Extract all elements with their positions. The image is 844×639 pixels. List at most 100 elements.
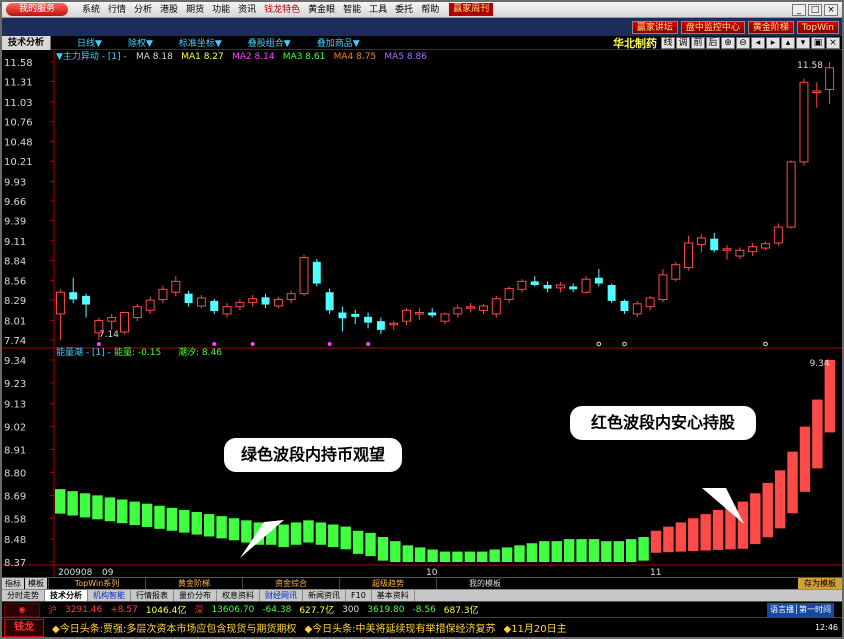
tab-volume-dist[interactable]: 量价分布	[174, 590, 217, 601]
view-tabs: 分时走势 技术分析 机构智能 行情报表 量价分布 权息资料 财经网讯 新闻资讯 …	[2, 589, 842, 601]
line-tool-icon[interactable]: 线	[661, 36, 675, 49]
indicator-button[interactable]: 指标	[2, 578, 24, 589]
right-icon[interactable]: ▸	[766, 36, 780, 49]
price-tick-label: 9.93	[4, 177, 26, 188]
menu-item-functions[interactable]: 功能	[208, 2, 234, 18]
menu-item-trade[interactable]: 委托	[391, 2, 417, 18]
save-template-button[interactable]: 存为模板	[798, 578, 842, 589]
minimize-icon[interactable]: _	[792, 3, 806, 16]
indicator-bar	[377, 537, 389, 561]
menu-item-system[interactable]: 系统	[78, 2, 104, 18]
close-icon[interactable]: ×	[824, 3, 838, 16]
menu-item-help[interactable]: 帮助	[417, 2, 443, 18]
tab-technical[interactable]: 技术分析	[45, 590, 88, 601]
adjust-tool-icon[interactable]: 调	[676, 36, 690, 49]
candle-body	[210, 300, 219, 312]
x-axis-label: 09	[102, 568, 114, 577]
overlay-goods-dropdown[interactable]: 叠加商品▼	[317, 36, 360, 49]
candle-body	[543, 284, 552, 289]
news-item[interactable]: ◆11月20日主	[504, 620, 567, 635]
menu-item-hk[interactable]: 港股	[156, 2, 182, 18]
menu-item-smart[interactable]: 智能	[339, 2, 365, 18]
template-button[interactable]: 模板	[25, 578, 47, 589]
template-topwin[interactable]: TopWin系列	[48, 578, 145, 589]
indicator-bar	[141, 503, 153, 527]
tab-rights[interactable]: 权息资料	[217, 590, 260, 601]
clock: 12:46	[814, 623, 838, 632]
chart-toolbar: 技术分析 日线▼ 除权▼ 标准坐标▼ 叠股组合▼ 叠加商品▼ 华北制药 线 调 …	[2, 35, 842, 50]
chart-canvas[interactable]: 11.58 11.31 11.03 10.76 10.48 10.21 9.93 9.66 9.…	[2, 50, 842, 577]
tab-report[interactable]: 行情报表	[131, 590, 174, 601]
axis-dropdown[interactable]: 标准坐标▼	[179, 36, 222, 49]
topwin-button[interactable]: TopWin	[796, 20, 839, 34]
indicator-bar	[104, 497, 116, 522]
voice-broadcast[interactable]: 语言播│第一时间	[767, 602, 834, 617]
template-capital[interactable]: 资金综合	[242, 578, 339, 589]
indicator-bar	[452, 551, 463, 562]
eye-icon[interactable]: ◉	[4, 602, 40, 617]
close-panel-icon[interactable]: ×	[826, 36, 840, 49]
menu-item-tools[interactable]: 工具	[365, 2, 391, 18]
tab-basic[interactable]: 基本资料	[372, 590, 415, 601]
candle-body	[145, 299, 155, 311]
template-bar: 指标 模板 TopWin系列 黄金阶梯 资金综合 超级趋势 我的模板 存为模板	[2, 577, 842, 589]
candle-body	[196, 297, 206, 307]
candle-body	[620, 300, 629, 312]
weekly-promo-button[interactable]: 赢家周刊	[449, 3, 494, 16]
panel-icon[interactable]: ▣	[811, 36, 825, 49]
news-item[interactable]: ◆今日头条:中美将延续现有举措保经济复苏	[304, 620, 495, 635]
candle-body	[120, 311, 129, 333]
ind-tick-label: 8.58	[4, 514, 26, 525]
tab-intraday[interactable]: 分时走势	[2, 590, 45, 601]
menu-item-futures[interactable]: 期货	[182, 2, 208, 18]
tab-technical-analysis[interactable]: 技术分析	[2, 35, 52, 50]
zoom-out-icon[interactable]: ⊖	[736, 36, 750, 49]
sz-change: -64.38	[262, 604, 292, 615]
indicator-bar	[166, 507, 178, 531]
period-dropdown[interactable]: 日线▼	[77, 36, 102, 49]
next-tool-icon[interactable]: 后	[706, 36, 720, 49]
overlay-stock-dropdown[interactable]: 叠股组合▼	[248, 36, 291, 49]
down-icon[interactable]: ▾	[796, 36, 810, 49]
tab-f10[interactable]: F10	[346, 590, 372, 601]
ma-legend-item: MA1 8.27	[181, 52, 224, 62]
template-super-trend[interactable]: 超级趋势	[339, 578, 436, 589]
left-icon[interactable]: ◂	[751, 36, 765, 49]
indicator-bar	[427, 549, 438, 562]
zoom-in-icon[interactable]: ⊕	[721, 36, 735, 49]
candle-body	[453, 307, 463, 315]
template-mine[interactable]: 我的模板	[436, 578, 533, 589]
up-icon[interactable]: ▴	[781, 36, 795, 49]
prev-tool-icon[interactable]: 前	[691, 36, 705, 49]
menu-item-features[interactable]: 钱龙特色	[260, 2, 304, 18]
news-item[interactable]: ◆今日头条:贾强:多层次资本市场应包含现货与期货期权	[52, 620, 296, 635]
main-menu: 系统 行情 分析 港股 期货 功能 资讯 钱龙特色 黄金眼 智能 工具 委托 帮…	[78, 2, 443, 18]
winner-forum-button[interactable]: 赢家讲坛	[631, 20, 678, 34]
candle-body	[184, 293, 193, 304]
monitor-center-button[interactable]: 盘中监控中心	[680, 20, 745, 34]
indicator-bar	[278, 524, 289, 548]
indicator-bar	[129, 501, 140, 526]
candle-body	[581, 278, 591, 293]
adjust-dropdown[interactable]: 除权▼	[128, 36, 153, 49]
tab-news[interactable]: 新闻资讯	[303, 590, 346, 601]
golden-ladder-button[interactable]: 黄金阶梯	[747, 20, 794, 34]
menu-item-golden-eye[interactable]: 黄金眼	[304, 2, 339, 18]
ind-high-label: 9.34	[810, 359, 830, 369]
my-service-button[interactable]: 我的服务	[6, 3, 68, 16]
template-golden-ladder[interactable]: 黄金阶梯	[145, 578, 242, 589]
price-tick-label: 8.84	[4, 256, 26, 267]
candle-body	[799, 81, 809, 163]
menu-item-news[interactable]: 资讯	[234, 2, 260, 18]
menu-item-analysis[interactable]: 分析	[130, 2, 156, 18]
tab-institution[interactable]: 机构智能	[88, 590, 131, 601]
candle-body	[248, 298, 258, 303]
indicator-bar	[737, 501, 749, 549]
indicator-bar	[613, 541, 624, 562]
x-axis-label: 10	[426, 568, 438, 577]
menu-item-quotes[interactable]: 行情	[104, 2, 130, 18]
tab-finance-news[interactable]: 财经网讯	[260, 590, 303, 601]
restore-icon[interactable]: □	[808, 3, 822, 16]
x-axis-label: 11	[650, 568, 661, 577]
indicator-bar	[563, 539, 575, 562]
